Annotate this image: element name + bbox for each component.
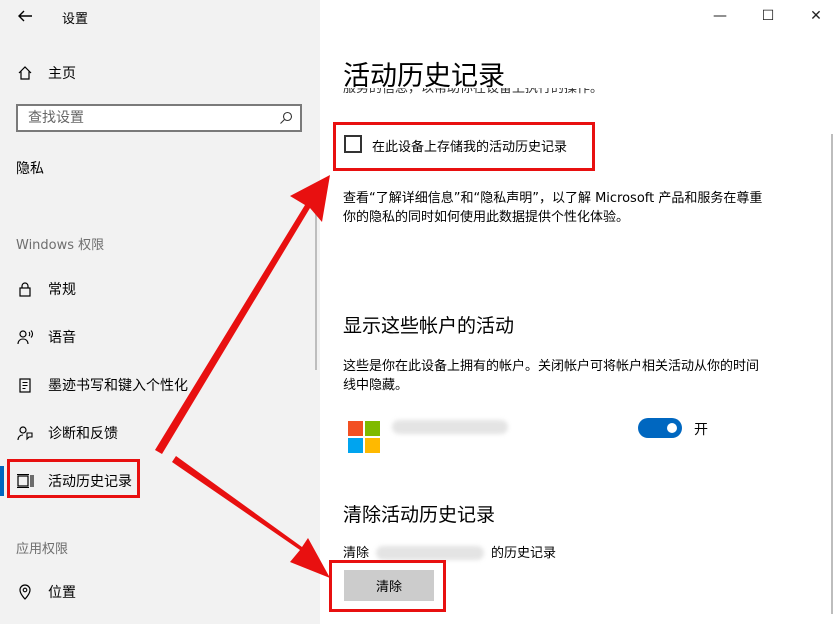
microsoft-logo-icon	[348, 421, 380, 453]
sidebar-item-location[interactable]: 位置	[16, 580, 76, 604]
clipped-description-text: 服务的信息，以帮助你在设备上执行的操作。	[343, 88, 604, 96]
sidebar-item-inking[interactable]: 墨迹书写和键入个性化	[16, 373, 188, 397]
voice-icon	[16, 328, 34, 346]
location-icon	[16, 583, 34, 601]
group-label-apps: 应用权限	[16, 542, 69, 557]
sidebar-item-home[interactable]: 主页	[16, 61, 76, 85]
blurred-account-email	[392, 420, 508, 434]
close-button[interactable]: ✕	[806, 6, 826, 26]
selected-indicator	[0, 466, 4, 496]
sidebar-item-label: 主页	[48, 66, 76, 82]
accounts-text-line-2: 线中隐藏。	[343, 378, 409, 393]
group-label-windows: Windows 权限	[16, 238, 105, 253]
content-scrollbar[interactable]	[831, 134, 833, 614]
back-arrow-icon[interactable]	[15, 6, 35, 26]
sidebar-item-label: 语音	[48, 330, 76, 346]
accounts-heading: 显示这些帐户的活动	[343, 315, 515, 337]
accounts-text-line-1: 这些是你在此设备上拥有的帐户。关闭帐户可将帐户相关活动从你的时间	[343, 359, 760, 374]
feedback-icon	[16, 424, 34, 442]
sidebar-item-label: 常规	[48, 282, 76, 298]
privacy-text-line-2: 你的隐私的同时如何使用此数据提供个性化体验。	[343, 210, 630, 225]
highlight-box-sidebar	[7, 459, 140, 498]
minimize-button[interactable]: —	[710, 6, 730, 26]
toggle-knob	[667, 423, 677, 433]
home-icon	[16, 64, 34, 82]
section-title: 隐私	[16, 161, 44, 177]
privacy-text-line-1: 查看“了解详细信息”和“隐私声明”，以了解 Microsoft 产品和服务在尊重	[343, 191, 763, 206]
sidebar-item-speech[interactable]: 语音	[16, 325, 76, 349]
sidebar-item-diagnostics[interactable]: 诊断和反馈	[16, 421, 118, 445]
window-title: 设置	[62, 12, 89, 27]
sidebar-item-label: 位置	[48, 585, 76, 601]
sidebar: 设置 主页 隐私 Windows 权限 常规 语音 墨迹书写和键入个性化	[0, 0, 320, 624]
sidebar-item-label: 墨迹书写和键入个性化	[48, 378, 188, 394]
sidebar-scrollbar[interactable]	[315, 210, 317, 370]
search-box[interactable]	[16, 104, 302, 132]
lock-icon	[16, 280, 34, 298]
clear-heading: 清除活动历史记录	[343, 504, 496, 526]
sidebar-item-label: 诊断和反馈	[48, 426, 118, 442]
search-icon[interactable]	[278, 110, 294, 126]
blurred-clear-account	[376, 546, 484, 560]
highlight-box-checkbox	[333, 122, 595, 171]
sidebar-item-general[interactable]: 常规	[16, 277, 76, 301]
search-input[interactable]	[18, 106, 278, 130]
highlight-box-clear-button	[329, 560, 446, 612]
clear-text-suffix: 的历史记录	[491, 546, 557, 561]
clipped-description: 服务的信息，以帮助你在设备上执行的操作。	[343, 88, 643, 102]
ink-icon	[16, 376, 34, 394]
account-activity-toggle[interactable]	[638, 418, 682, 438]
toggle-state-label: 开	[694, 422, 708, 438]
maximize-button[interactable]: ☐	[758, 6, 778, 26]
